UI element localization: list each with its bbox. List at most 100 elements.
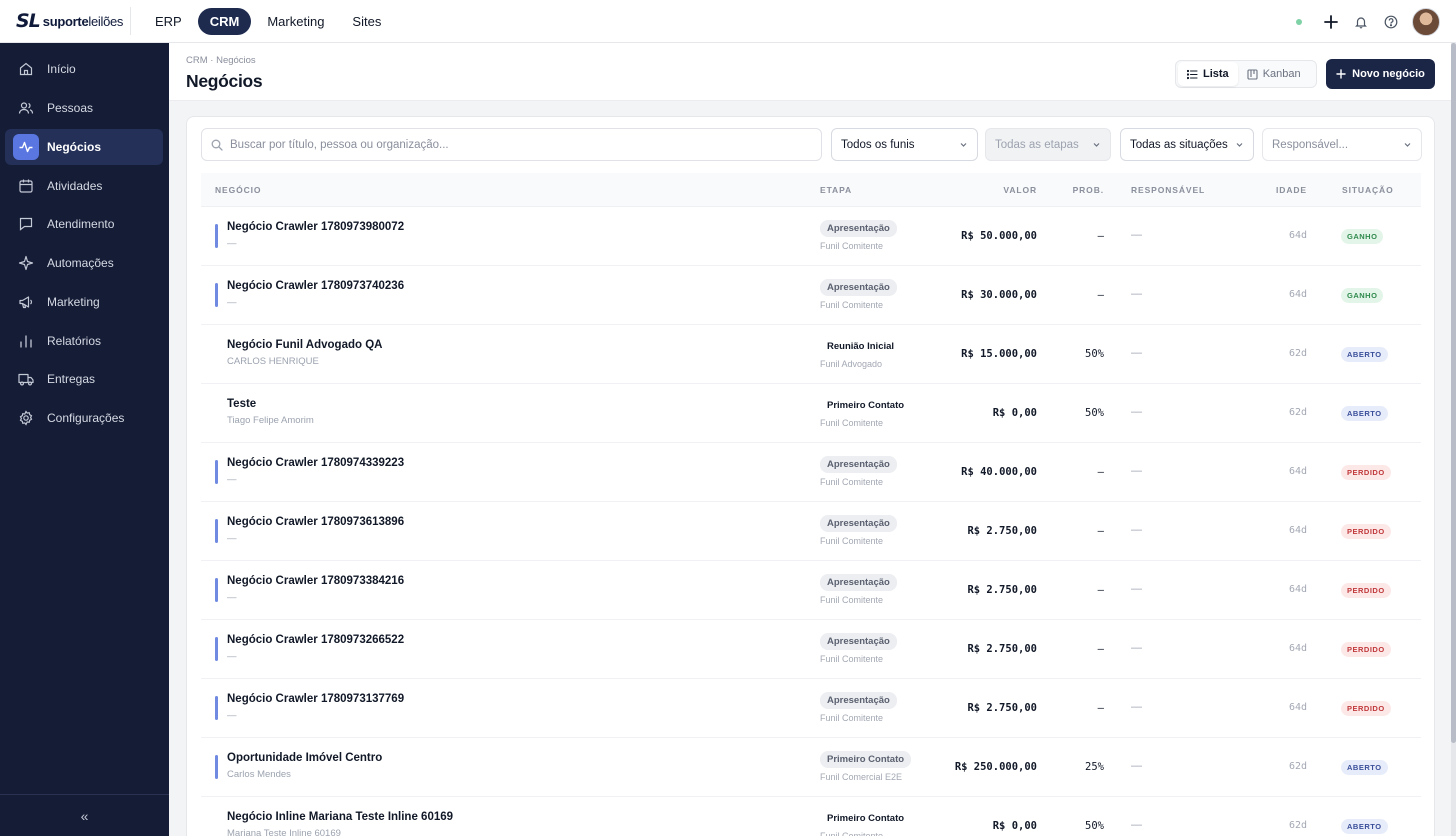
stage-badge: Primeiro Contato — [827, 813, 905, 824]
deal-title[interactable]: Negócio Crawler 1780973613896 — [227, 516, 404, 528]
topnav-marketing[interactable]: Marketing — [255, 8, 336, 35]
row-accent-bar — [215, 637, 218, 661]
breadcrumb[interactable]: CRM · Negócios — [186, 55, 256, 66]
col-header-owner[interactable]: RESPONSÁVEL — [1131, 185, 1205, 195]
deal-owner: — — [1131, 347, 1142, 359]
stage-select-value: Todas as etapas — [995, 138, 1079, 151]
sidebar-item-configuracoes[interactable]: Configurações — [5, 400, 163, 436]
deal-value: R$ 2.750,00 — [967, 584, 1037, 596]
owner-select[interactable]: Responsável... — [1262, 128, 1422, 161]
sidebar-item-relatorios[interactable]: Relatórios — [5, 323, 163, 359]
table-row[interactable]: Oportunidade Imóvel Centro Carlos Mendes P… — [201, 738, 1421, 797]
deal-probability: — — [1097, 289, 1104, 301]
deal-title[interactable]: Negócio Crawler 1780973980072 — [227, 221, 404, 233]
table-row[interactable]: Negócio Crawler 1780973137769 — Apresentaç… — [201, 679, 1421, 738]
funnel-select[interactable]: Todos os funis — [831, 128, 978, 161]
view-kanban-button[interactable]: Kanban — [1238, 62, 1310, 86]
page-scrollbar[interactable] — [1451, 43, 1456, 836]
table-row[interactable]: Negócio Funil Advogado QA CARLOS HENRIQUE… — [201, 325, 1421, 384]
funnel-name: Funil Comitente — [820, 595, 884, 605]
page-title: Negócios — [186, 71, 263, 91]
new-deal-label: Novo negócio — [1352, 68, 1425, 80]
deal-title[interactable]: Negócio Crawler 1780973740236 — [227, 280, 404, 292]
sidebar-item-entregas[interactable]: Entregas — [5, 361, 163, 397]
gear-icon — [13, 405, 39, 431]
help-icon[interactable] — [1376, 7, 1406, 37]
funnel-name: Funil Comitente — [820, 241, 884, 251]
deal-owner: — — [1131, 819, 1142, 831]
view-list-button[interactable]: Lista — [1178, 62, 1238, 86]
app-logo[interactable]: SL suporteleilões — [0, 7, 131, 35]
table-row[interactable]: Negócio Crawler 1780973266522 — Apresentaç… — [201, 620, 1421, 679]
table-row[interactable]: Negócio Inline Mariana Teste Inline 6016… — [201, 797, 1421, 836]
table-row[interactable]: Teste Tiago Felipe Amorim Primeiro Contato… — [201, 384, 1421, 443]
owner-select-value: Responsável... — [1272, 138, 1349, 151]
col-header-prob[interactable]: PROB. — [1073, 185, 1104, 195]
deal-age: 62d — [1288, 820, 1307, 831]
scrollbar-thumb[interactable] — [1451, 43, 1456, 743]
stage-badge: Apresentação — [820, 574, 897, 591]
topnav-crm[interactable]: CRM — [197, 7, 252, 35]
deal-title[interactable]: Negócio Funil Advogado QA — [227, 339, 382, 351]
funnel-name: Funil Comitente — [820, 300, 884, 310]
table-row[interactable]: Negócio Crawler 1780973740236 — Apresentaç… — [201, 266, 1421, 325]
sidebar-item-inicio[interactable]: Início — [5, 51, 163, 87]
row-accent-bar — [215, 696, 218, 720]
deal-title[interactable]: Oportunidade Imóvel Centro — [227, 752, 382, 764]
sidebar-item-negocios[interactable]: Negócios — [5, 129, 163, 165]
table-row[interactable]: Negócio Crawler 1780974339223 — Apresentaç… — [201, 443, 1421, 502]
col-header-stage[interactable]: ETAPA — [820, 185, 852, 195]
deal-title[interactable]: Negócio Crawler 1780973384216 — [227, 575, 404, 587]
chevron-down-icon — [1235, 140, 1244, 149]
deal-value: R$ 30.000,00 — [961, 289, 1037, 301]
plus-icon — [1336, 69, 1346, 79]
deal-probability: — — [1097, 643, 1104, 655]
deal-owner: — — [1131, 642, 1142, 654]
col-header-deal[interactable]: NEGÓCIO — [215, 185, 261, 195]
module-nav: ERP CRM Marketing Sites — [143, 7, 393, 35]
deal-title[interactable]: Negócio Crawler 1780974339223 — [227, 457, 404, 469]
sidebar-item-atividades[interactable]: Atividades — [5, 168, 163, 204]
deal-title[interactable]: Negócio Inline Mariana Teste Inline 6016… — [227, 811, 453, 823]
deal-age: 64d — [1288, 525, 1307, 536]
deal-value: R$ 2.750,00 — [967, 643, 1037, 655]
sidebar-item-marketing[interactable]: Marketing — [5, 284, 163, 320]
new-deal-button[interactable]: Novo negócio — [1326, 59, 1435, 89]
status-badge: PERDIDO — [1341, 524, 1391, 539]
row-accent-bar — [215, 519, 218, 543]
sidebar-collapse-button[interactable]: « — [0, 794, 169, 836]
bell-icon[interactable] — [1346, 7, 1376, 37]
deal-age: 64d — [1288, 230, 1307, 241]
deal-value: R$ 15.000,00 — [961, 348, 1037, 360]
search-input[interactable] — [230, 138, 790, 151]
topnav-sites[interactable]: Sites — [340, 8, 393, 35]
top-actions — [1296, 7, 1440, 37]
col-header-age[interactable]: IDADE — [1276, 185, 1307, 195]
topnav-erp[interactable]: ERP — [143, 8, 194, 35]
situation-select[interactable]: Todas as situações — [1120, 128, 1254, 161]
sidebar-item-pessoas[interactable]: Pessoas — [5, 90, 163, 126]
stage-select[interactable]: Todas as etapas — [985, 128, 1111, 161]
user-avatar[interactable] — [1412, 8, 1440, 36]
deal-value: R$ 50.000,00 — [961, 230, 1037, 242]
sidebar-item-atendimento[interactable]: Atendimento — [5, 206, 163, 242]
sidebar: Início Pessoas Negócios Atividades Atend… — [0, 43, 169, 836]
status-badge: PERDIDO — [1341, 465, 1391, 480]
deal-title[interactable]: Negócio Crawler 1780973266522 — [227, 634, 404, 646]
deal-age: 62d — [1288, 348, 1307, 359]
deal-title[interactable]: Negócio Crawler 1780973137769 — [227, 693, 404, 705]
bar-chart-icon — [13, 328, 39, 354]
table-row[interactable]: Negócio Crawler 1780973613896 — Apresentaç… — [201, 502, 1421, 561]
col-header-status[interactable]: SITUAÇÃO — [1342, 185, 1394, 195]
deal-contact: — — [227, 533, 237, 544]
col-header-value[interactable]: VALOR — [1003, 185, 1037, 195]
deal-age: 62d — [1288, 407, 1307, 418]
sidebar-item-label: Relatórios — [47, 334, 102, 348]
deal-title[interactable]: Teste — [227, 398, 256, 410]
table-row[interactable]: Negócio Crawler 1780973980072 — Apresentaç… — [201, 207, 1421, 266]
sidebar-item-automacoes[interactable]: Automações — [5, 245, 163, 281]
row-accent-bar — [215, 224, 218, 248]
table-row[interactable]: Negócio Crawler 1780973384216 — Apresentaç… — [201, 561, 1421, 620]
plus-icon[interactable] — [1316, 7, 1346, 37]
sparkle-icon — [13, 250, 39, 276]
